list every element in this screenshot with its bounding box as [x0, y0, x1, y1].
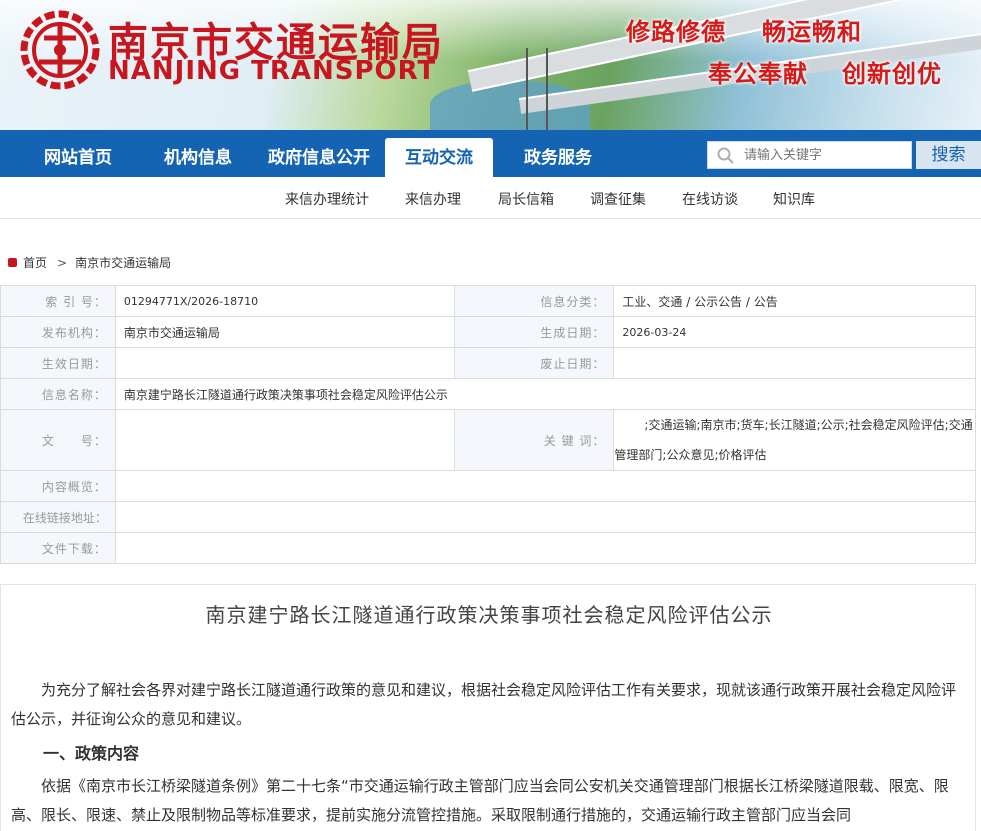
search-button[interactable]: 搜索 [916, 141, 981, 169]
subnav-item-online-interview[interactable]: 在线访谈 [682, 189, 738, 209]
slogan: 创新创优 [842, 60, 942, 88]
search-box [707, 141, 912, 169]
slogan: 修路修德 [626, 18, 726, 46]
breadcrumb: 首页 > 南京市交通运输局 [8, 254, 171, 271]
index-value: 01294771X/2026-18710 [114, 285, 455, 317]
subnav-item-survey[interactable]: 调查征集 [590, 189, 646, 209]
slogan: 奉公奉献 [708, 60, 808, 88]
subnav-item-letter-handling[interactable]: 来信办理 [405, 189, 461, 209]
search-icon [717, 147, 734, 164]
expiry-date-label: 废止日期： [453, 347, 615, 379]
doc-number-label: 文 号： [0, 409, 116, 471]
breadcrumb-home[interactable]: 首页 [23, 256, 47, 270]
info-metadata-table: 索 引 号： 01294771X/2026-18710 信息分类： 工业、交通 … [0, 285, 977, 564]
chevron-right-icon: > [57, 256, 68, 270]
doc-number-value [114, 409, 455, 471]
info-name-value: 南京建宁路长江隧道通行政策决策事项社会稳定风险评估公示 [114, 378, 977, 410]
subnav-item-knowledge-base[interactable]: 知识库 [773, 189, 815, 209]
nav-item-gov-service[interactable]: 政务服务 [506, 130, 610, 177]
online-link-value[interactable] [114, 501, 977, 533]
logo-emblem-icon [20, 10, 100, 90]
site-title-en: NANJING TRANSPORT [108, 56, 437, 86]
summary-value [114, 470, 977, 502]
info-name-label: 信息名称： [0, 378, 116, 410]
nav-item-gov-info[interactable]: 政府信息公开 [258, 130, 380, 177]
article-section-heading: 一、政策内容 [43, 744, 140, 763]
keywords-label: 关 键 词： [453, 409, 615, 471]
publisher-value: 南京市交通运输局 [114, 316, 455, 348]
search-input[interactable] [744, 142, 909, 168]
created-date-label: 生成日期： [453, 316, 615, 348]
article-title: 南京建宁路长江隧道通行政策决策事项社会稳定风险评估公示 [205, 603, 773, 627]
file-download-label: 文件下载： [0, 532, 116, 564]
header-banner: 南京市交通运输局 NANJING TRANSPORT 修路修德 畅运畅和 奉公奉… [0, 0, 981, 130]
subnav-item-letter-stats[interactable]: 来信办理统计 [285, 189, 369, 209]
sub-nav: 来信办理统计 来信办理 局长信箱 调查征集 在线访谈 知识库 [0, 177, 981, 219]
breadcrumb-current[interactable]: 南京市交通运输局 [75, 256, 171, 270]
effective-date-label: 生效日期： [0, 347, 116, 379]
created-date-value: 2026-03-24 [613, 316, 976, 348]
nav-item-org-info[interactable]: 机构信息 [146, 130, 250, 177]
subnav-item-director-mailbox[interactable]: 局长信箱 [498, 189, 554, 209]
nav-item-home[interactable]: 网站首页 [26, 130, 130, 177]
index-label: 索 引 号： [0, 285, 116, 317]
article: 南京建宁路长江隧道通行政策决策事项社会稳定风险评估公示 为充分了解社会各界对建宁… [0, 584, 976, 831]
effective-date-value [114, 347, 455, 379]
banner-pylon [526, 48, 548, 130]
summary-label: 内容概览： [0, 470, 116, 502]
article-paragraph: 为充分了解社会各界对建宁路长江隧道通行政策的意见和建议，根据社会稳定风险评估工作… [11, 681, 957, 728]
category-value: 工业、交通 / 公示公告 / 公告 [613, 285, 976, 317]
site-logo[interactable] [20, 10, 100, 90]
publisher-label: 发布机构： [0, 316, 116, 348]
slogan: 畅运畅和 [762, 18, 862, 46]
expiry-date-value [613, 347, 976, 379]
keywords-value: ;交通运输;南京市;货车;长江隧道;公示;社会稳定风险评估;交通管理部门;公众意… [613, 409, 976, 471]
article-paragraph: 依据《南京市长江桥梁隧道条例》第二十七条“市交通运输行政主管部门应当会同公安机关… [11, 777, 949, 824]
category-label: 信息分类： [453, 285, 615, 317]
file-download-value[interactable] [114, 532, 977, 564]
home-icon [8, 258, 17, 267]
nav-item-interaction[interactable]: 互动交流 [385, 138, 493, 177]
online-link-label: 在线链接地址： [0, 501, 116, 533]
